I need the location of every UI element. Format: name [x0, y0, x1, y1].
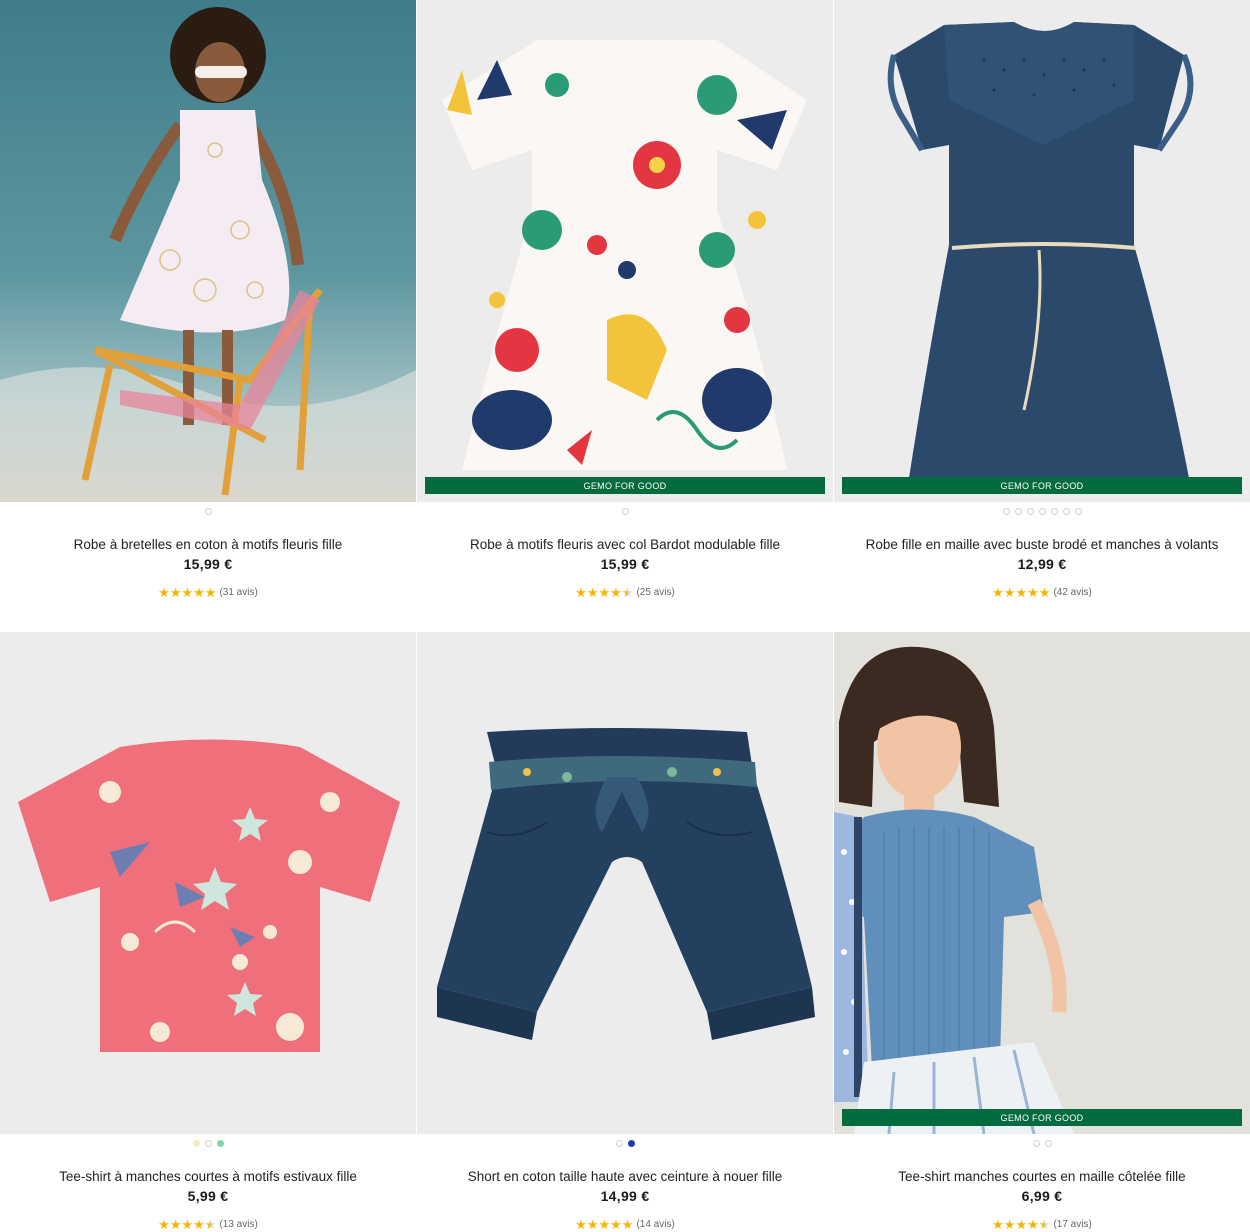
gemo-for-good-badge: GEMO FOR GOOD — [842, 1109, 1242, 1126]
review-count[interactable]: (13 avis) — [219, 1219, 257, 1230]
star-icon: ★ — [158, 585, 170, 600]
star-icon: ★ — [1003, 585, 1016, 600]
product-rating: ★★★★★ (25 avis) — [417, 586, 833, 599]
star-rating-icon: ★★★★★ — [992, 1218, 1050, 1231]
product-price: 5,99 € — [187, 1188, 229, 1204]
color-swatch[interactable] — [204, 1139, 212, 1147]
color-swatch[interactable] — [1044, 1139, 1052, 1147]
color-swatch[interactable] — [1014, 507, 1022, 515]
color-swatches — [834, 504, 1250, 518]
color-swatch[interactable] — [1038, 507, 1046, 515]
color-swatches — [417, 504, 833, 518]
star-icon: ★ — [586, 585, 599, 600]
product-image[interactable] — [0, 0, 416, 502]
color-swatches — [0, 1136, 416, 1150]
product-card[interactable]: Tee-shirt à manches courtes à motifs est… — [0, 632, 416, 1231]
product-rating: ★★★★★ (13 avis) — [0, 1218, 416, 1231]
star-icon: ★ — [1027, 1217, 1039, 1232]
product-card[interactable]: GEMO FOR GOOD Tee-shirt manches courtes … — [834, 632, 1250, 1231]
product-price: 14,99 € — [600, 1188, 650, 1204]
star-rating-icon: ★★★★★ — [992, 586, 1050, 599]
product-price: 6,99 € — [1021, 1188, 1063, 1204]
star-icon: ★ — [1038, 1217, 1051, 1232]
review-count[interactable]: (31 avis) — [219, 587, 257, 598]
color-swatch[interactable] — [627, 1139, 635, 1147]
star-icon: ★ — [193, 1217, 205, 1232]
star-icon: ★ — [598, 585, 611, 600]
product-card[interactable]: Short en coton taille haute avec ceintur… — [417, 632, 833, 1231]
product-name[interactable]: Robe à motifs fleuris avec col Bardot mo… — [417, 537, 833, 552]
color-swatches — [0, 504, 416, 518]
color-swatch[interactable] — [1002, 507, 1010, 515]
star-icon: ★ — [1015, 1217, 1028, 1232]
star-rating-icon: ★★★★★ — [158, 586, 216, 599]
star-icon: ★ — [1003, 1217, 1016, 1232]
color-swatch[interactable] — [192, 1139, 200, 1147]
star-rating-icon: ★★★★★ — [575, 586, 633, 599]
star-icon: ★ — [181, 1217, 194, 1232]
star-icon: ★ — [169, 585, 182, 600]
star-icon: ★ — [621, 585, 634, 600]
star-icon: ★ — [992, 1217, 1004, 1232]
star-icon: ★ — [610, 585, 622, 600]
star-icon: ★ — [621, 1217, 634, 1232]
gemo-for-good-badge: GEMO FOR GOOD — [425, 477, 825, 494]
color-swatch[interactable] — [1050, 507, 1058, 515]
product-image[interactable]: GEMO FOR GOOD — [417, 0, 833, 502]
star-icon: ★ — [1038, 585, 1051, 600]
color-swatch[interactable] — [1062, 507, 1070, 515]
star-icon: ★ — [193, 585, 205, 600]
star-icon: ★ — [204, 1217, 217, 1232]
star-icon: ★ — [992, 585, 1004, 600]
star-icon: ★ — [158, 1217, 170, 1232]
product-image[interactable] — [417, 632, 833, 1134]
product-rating: ★★★★★ (42 avis) — [834, 586, 1250, 599]
star-icon: ★ — [610, 1217, 622, 1232]
color-swatch[interactable] — [204, 507, 212, 515]
star-icon: ★ — [586, 1217, 599, 1232]
product-price: 12,99 € — [1017, 556, 1067, 572]
color-swatch[interactable] — [1074, 507, 1082, 515]
review-count[interactable]: (42 avis) — [1053, 587, 1091, 598]
product-name[interactable]: Tee-shirt à manches courtes à motifs est… — [0, 1169, 416, 1184]
product-name[interactable]: Robe fille en maille avec buste brodé et… — [834, 537, 1250, 552]
product-image[interactable] — [0, 632, 416, 1134]
color-swatch[interactable] — [615, 1139, 623, 1147]
product-image[interactable]: GEMO FOR GOOD — [834, 632, 1250, 1134]
product-name[interactable]: Tee-shirt manches courtes en maille côte… — [834, 1169, 1250, 1184]
star-icon: ★ — [204, 585, 217, 600]
product-price: 15,99 € — [600, 556, 650, 572]
product-card[interactable]: GEMO FOR GOOD Robe fille en maille avec … — [834, 0, 1250, 599]
product-name[interactable]: Robe à bretelles en coton à motifs fleur… — [0, 537, 416, 552]
review-count[interactable]: (25 avis) — [636, 587, 674, 598]
product-name[interactable]: Short en coton taille haute avec ceintur… — [417, 1169, 833, 1184]
product-rating: ★★★★★ (17 avis) — [834, 1218, 1250, 1231]
star-icon: ★ — [1015, 585, 1028, 600]
star-icon: ★ — [1027, 585, 1039, 600]
star-icon: ★ — [575, 1217, 587, 1232]
star-icon: ★ — [169, 1217, 182, 1232]
review-count[interactable]: (17 avis) — [1053, 1219, 1091, 1230]
color-swatch[interactable] — [621, 507, 629, 515]
product-rating: ★★★★★ (14 avis) — [417, 1218, 833, 1231]
color-swatch[interactable] — [216, 1139, 224, 1147]
color-swatch[interactable] — [1026, 507, 1034, 515]
color-swatches — [834, 1136, 1250, 1150]
star-rating-icon: ★★★★★ — [158, 1218, 216, 1231]
color-swatch[interactable] — [1032, 1139, 1040, 1147]
product-price: 15,99 € — [183, 556, 233, 572]
product-card[interactable]: GEMO FOR GOOD Robe à motifs fleuris avec… — [417, 0, 833, 599]
star-rating-icon: ★★★★★ — [575, 1218, 633, 1231]
gemo-for-good-badge: GEMO FOR GOOD — [842, 477, 1242, 494]
color-swatches — [417, 1136, 833, 1150]
star-icon: ★ — [598, 1217, 611, 1232]
star-icon: ★ — [181, 585, 194, 600]
product-card[interactable]: Robe à bretelles en coton à motifs fleur… — [0, 0, 416, 599]
review-count[interactable]: (14 avis) — [636, 1219, 674, 1230]
product-rating: ★★★★★ (31 avis) — [0, 586, 416, 599]
product-grid: Robe à bretelles en coton à motifs fleur… — [0, 0, 1250, 1231]
star-icon: ★ — [575, 585, 587, 600]
product-image[interactable]: GEMO FOR GOOD — [834, 0, 1250, 502]
